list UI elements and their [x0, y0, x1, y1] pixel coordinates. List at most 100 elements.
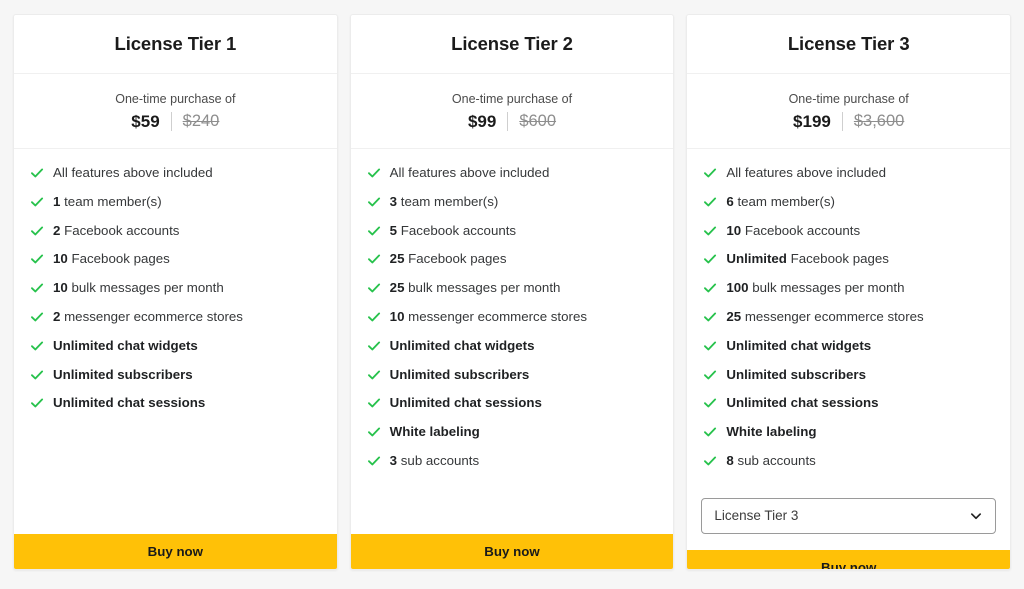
price-row: $59 $240 [24, 112, 327, 131]
price-current: $59 [131, 112, 160, 131]
check-icon [704, 168, 717, 178]
list-item: 3 sub accounts [351, 453, 674, 470]
list-item: 8 sub accounts [687, 453, 1010, 470]
list-item: 10 Facebook accounts [687, 223, 1010, 240]
list-item: 10 bulk messages per month [14, 280, 337, 297]
feature-text: 25 Facebook pages [390, 251, 660, 268]
feature-text: All features above included [53, 165, 323, 182]
check-icon [367, 226, 380, 236]
list-item: 1 team member(s) [14, 194, 337, 211]
feature-text: 25 messenger ecommerce stores [726, 309, 996, 326]
feature-lead: 3 [389, 452, 398, 468]
feature-lead: 8 [726, 452, 734, 468]
check-icon [367, 398, 380, 408]
feature-rest: Facebook pages [67, 251, 170, 267]
list-item: All features above included [14, 165, 337, 182]
feature-rest: White labeling [389, 424, 480, 440]
list-item: 25 bulk messages per month [351, 280, 674, 297]
feature-rest: Unlimited chat sessions [53, 395, 206, 411]
feature-list: All features above included 6 team member… [687, 149, 1010, 492]
pricing-card: License Tier 3 One-time purchase of $199 $3… [686, 14, 1012, 570]
feature-lead: 10 [389, 308, 405, 324]
feature-rest: team member(s) [60, 193, 162, 209]
tier-select-wrapper[interactable]: License Tier 3 [701, 497, 997, 534]
check-icon [704, 197, 717, 207]
price-block: One-time purchase of $99 $600 [350, 74, 674, 149]
feature-lead: 6 [726, 193, 734, 209]
check-icon [704, 456, 717, 466]
price-original: $600 [519, 112, 557, 131]
feature-rest: messenger ecommerce stores [404, 308, 587, 324]
feature-lead: 5 [389, 222, 398, 238]
feature-text: 10 Facebook pages [53, 251, 323, 268]
list-item: 6 team member(s) [687, 194, 1010, 211]
check-icon [704, 398, 717, 408]
list-item: 2 Facebook accounts [14, 223, 337, 240]
feature-text: Unlimited Facebook pages [726, 251, 996, 268]
feature-text: White labeling [390, 424, 660, 441]
price-caption: One-time purchase of [788, 92, 909, 106]
feature-rest: Unlimited chat sessions [726, 395, 879, 411]
check-icon [31, 341, 44, 351]
list-item: 10 messenger ecommerce stores [351, 309, 674, 326]
price-original: $240 [182, 112, 220, 131]
price-original: $3,600 [853, 112, 905, 131]
price-current: $199 [793, 112, 831, 131]
feature-lead: 3 [389, 193, 398, 209]
check-icon [704, 226, 717, 236]
feature-text: Unlimited chat widgets [390, 338, 660, 355]
feature-text: 10 bulk messages per month [53, 280, 323, 297]
feature-rest: messenger ecommerce stores [741, 308, 924, 324]
buy-now-button[interactable]: Buy now [350, 534, 674, 569]
feature-text: Unlimited subscribers [53, 367, 323, 384]
pricing-card: License Tier 1 One-time purchase of $59 $24… [13, 14, 338, 570]
check-icon [704, 254, 717, 264]
list-item: Unlimited chat widgets [351, 338, 674, 355]
list-item: 3 team member(s) [351, 194, 674, 211]
list-item: White labeling [687, 424, 1010, 441]
feature-text: 5 Facebook accounts [390, 223, 660, 240]
feature-text: 8 sub accounts [726, 453, 996, 470]
check-icon [704, 283, 717, 293]
list-item: 25 Facebook pages [351, 251, 674, 268]
feature-rest: Facebook accounts [741, 222, 861, 238]
buy-now-button[interactable]: Buy now [687, 549, 1011, 569]
feature-rest: bulk messages per month [404, 280, 561, 296]
tier-select[interactable]: License Tier 3 [701, 497, 997, 534]
feature-text: 6 team member(s) [726, 194, 996, 211]
feature-rest: Unlimited subscribers [726, 366, 867, 382]
feature-text: 3 sub accounts [390, 453, 660, 470]
price-caption: One-time purchase of [115, 92, 236, 106]
list-item: Unlimited chat sessions [351, 395, 674, 412]
check-icon [704, 312, 717, 322]
list-item: Unlimited chat widgets [687, 338, 1010, 355]
feature-list: All features above included 1 team member… [14, 149, 337, 534]
list-item: Unlimited subscribers [351, 367, 674, 384]
feature-text: 1 team member(s) [53, 194, 323, 211]
card-title: License Tier 1 [114, 33, 237, 54]
feature-text: 3 team member(s) [390, 194, 660, 211]
feature-rest: Unlimited subscribers [53, 366, 193, 382]
price-block: One-time purchase of $199 $3,600 [687, 74, 1011, 149]
feature-rest: All features above included [726, 165, 887, 180]
feature-text: 10 Facebook accounts [726, 223, 996, 240]
check-icon [31, 283, 44, 293]
check-icon [367, 254, 380, 264]
price-current: $99 [467, 112, 497, 131]
feature-rest: All features above included [389, 165, 550, 180]
feature-lead: 10 [53, 251, 68, 267]
feature-text: 100 bulk messages per month [726, 280, 996, 297]
check-icon [367, 427, 380, 437]
list-item: 25 messenger ecommerce stores [687, 309, 1010, 326]
feature-rest: bulk messages per month [67, 280, 224, 296]
feature-rest: Unlimited chat widgets [389, 337, 535, 353]
feature-text: Unlimited chat sessions [726, 395, 996, 412]
list-item: Unlimited chat sessions [14, 395, 337, 412]
buy-now-button[interactable]: Buy now [14, 534, 337, 569]
check-icon [31, 226, 44, 236]
feature-text: Unlimited chat sessions [390, 395, 660, 412]
feature-rest: messenger ecommerce stores [60, 308, 243, 324]
card-header: License Tier 2 [350, 15, 674, 74]
list-item: All features above included [351, 165, 674, 182]
check-icon [31, 197, 44, 207]
